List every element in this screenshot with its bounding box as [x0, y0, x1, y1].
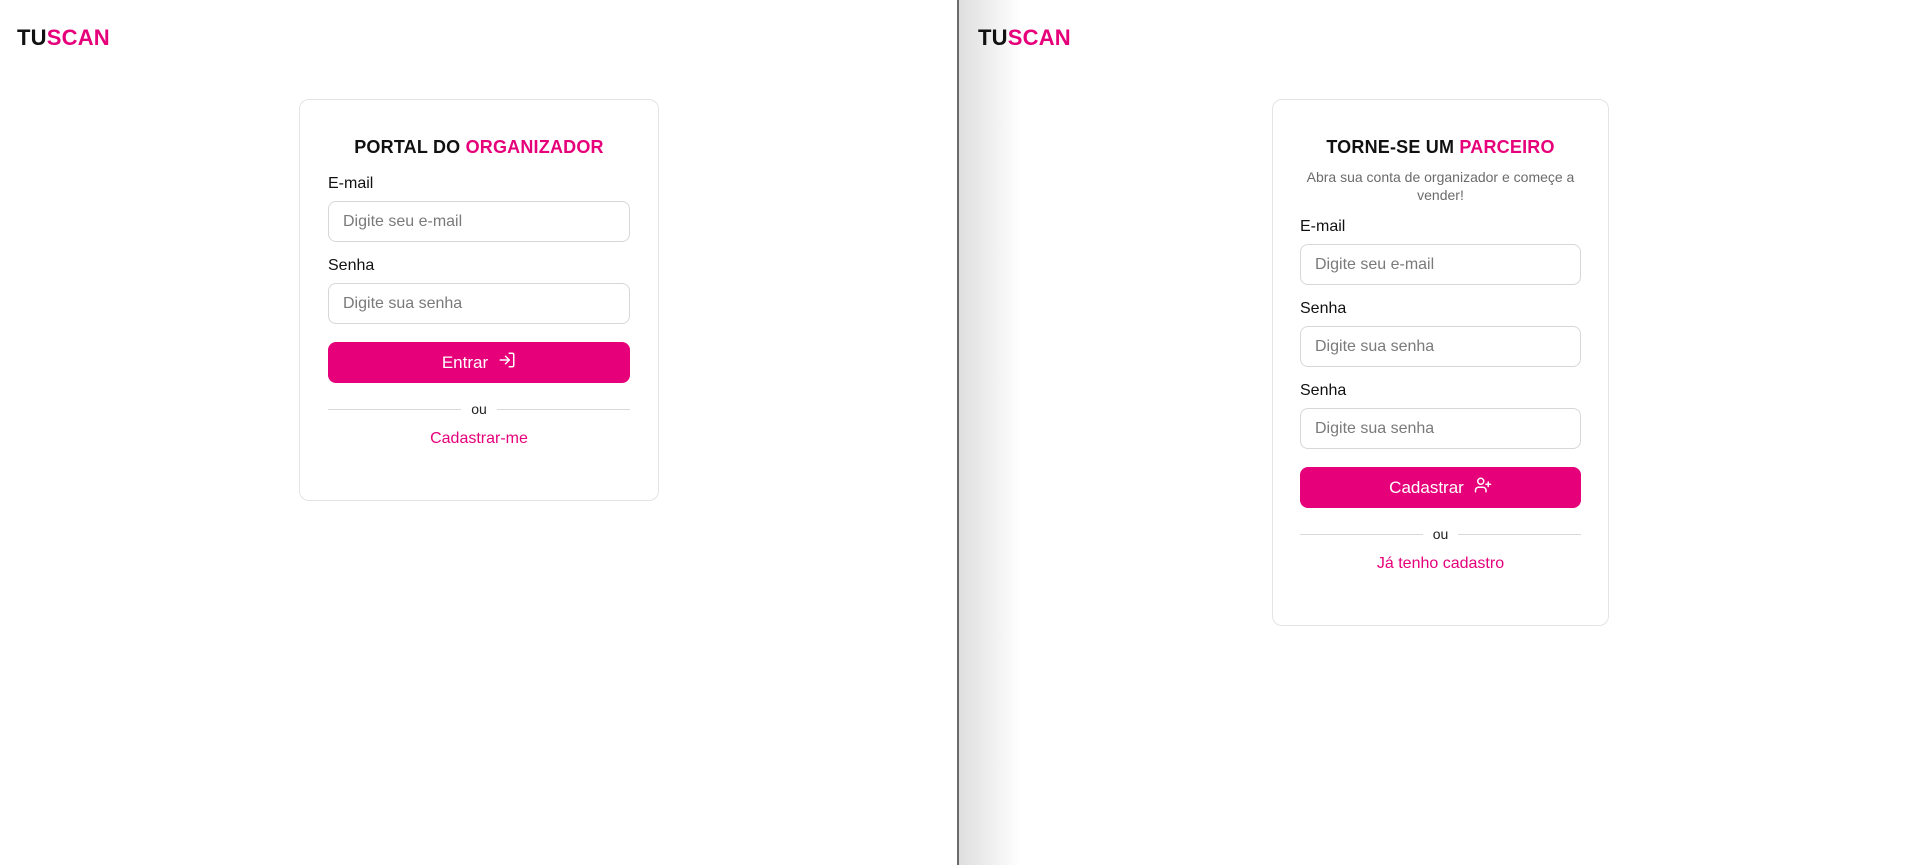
register-card: TORNE-SE UM PARCEIRO Abra sua conta de o… [1272, 99, 1609, 626]
register-button[interactable]: Cadastrar [1300, 467, 1581, 508]
register-panel: TUSCAN TORNE-SE UM PARCEIRO Abra sua con… [959, 0, 1917, 865]
brand-logo-part1: TU [17, 25, 47, 50]
login-link[interactable]: Já tenho cadastro [1300, 555, 1581, 573]
register-link[interactable]: Cadastrar-me [328, 430, 630, 448]
register-button-label: Cadastrar [1389, 477, 1464, 497]
register-password-label: Senha [1300, 300, 1347, 317]
login-card: PORTAL DO ORGANIZADOR E-mail Senha Entra… [299, 99, 659, 501]
password-group: Senha [328, 257, 630, 324]
register-or-divider-text: ou [1432, 526, 1449, 542]
login-title: PORTAL DO ORGANIZADOR [328, 137, 630, 158]
login-title-text: PORTAL DO [354, 137, 466, 157]
login-panel: TUSCAN PORTAL DO ORGANIZADOR E-mail Senh… [0, 0, 957, 865]
register-confirm-input[interactable] [1300, 408, 1581, 449]
register-confirm-group: Senha [1300, 382, 1581, 449]
or-divider-text: ou [471, 401, 487, 417]
or-divider: ou [328, 401, 631, 417]
register-email-label: E-mail [1300, 218, 1346, 235]
brand-logo-part2: SCAN [46, 25, 110, 50]
brand-logo-part2: SCAN [1007, 25, 1071, 50]
register-email-group: E-mail [1300, 218, 1581, 285]
login-title-accent: ORGANIZADOR [465, 137, 604, 157]
login-icon [498, 351, 516, 374]
register-or-divider: ou [1300, 526, 1582, 542]
split-view: TUSCAN PORTAL DO ORGANIZADOR E-mail Senh… [0, 0, 1917, 865]
register-subtitle: Abra sua conta de organizador e começe a… [1306, 169, 1575, 203]
user-plus-icon [1474, 476, 1492, 499]
email-label: E-mail [328, 175, 374, 192]
brand-logo[interactable]: TUSCAN [17, 26, 110, 50]
brand-logo[interactable]: TUSCAN [978, 26, 1071, 50]
login-button-label: Entrar [441, 352, 489, 372]
register-title: TORNE-SE UM PARCEIRO [1300, 137, 1581, 158]
email-group: E-mail [328, 175, 630, 242]
register-password-input[interactable] [1300, 326, 1581, 367]
register-email-input[interactable] [1300, 244, 1581, 285]
brand-logo-part1: TU [978, 25, 1008, 50]
email-input[interactable] [328, 201, 630, 242]
register-title-accent: PARCEIRO [1459, 137, 1555, 157]
register-password-group: Senha [1300, 300, 1581, 367]
register-title-text: TORNE-SE UM [1326, 137, 1460, 157]
password-label: Senha [328, 257, 375, 274]
login-button[interactable]: Entrar [328, 342, 630, 383]
password-input[interactable] [328, 283, 630, 324]
register-confirm-label: Senha [1300, 382, 1347, 399]
